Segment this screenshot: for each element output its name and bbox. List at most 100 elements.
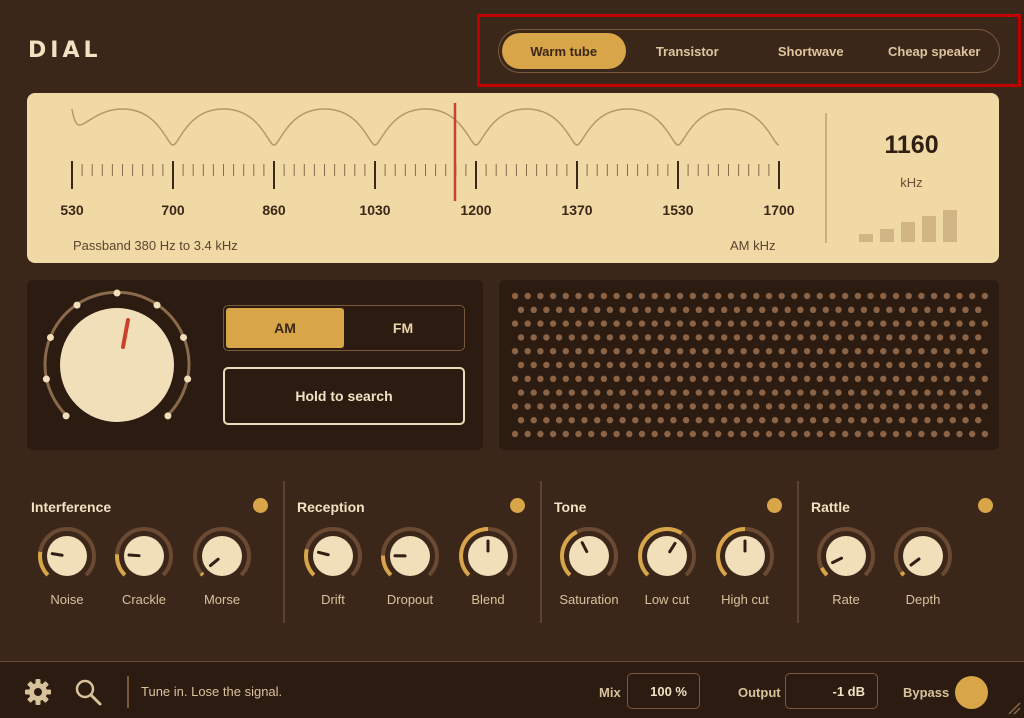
group-indicator-reception[interactable] — [510, 498, 525, 513]
grille-hole — [555, 417, 563, 424]
knob-drift[interactable] — [301, 524, 365, 588]
grille-hole — [689, 403, 696, 410]
preset-tab-shortwave[interactable]: Shortwave — [749, 33, 873, 69]
tuner-display[interactable]: 530 700 860 1030 1200 1370 1530 1700 Pas… — [27, 93, 999, 263]
knob-blend[interactable] — [456, 524, 520, 588]
group-indicator-rattle[interactable] — [978, 498, 993, 513]
preset-tab-cheap-speaker[interactable]: Cheap speaker — [873, 33, 997, 69]
knob-high-cut[interactable] — [713, 524, 777, 588]
grille-hole — [873, 389, 880, 396]
grille-hole — [721, 389, 728, 396]
grille-hole — [588, 403, 595, 410]
grille-hole — [829, 403, 836, 410]
knob-dropout[interactable] — [378, 524, 442, 588]
grille-hole — [848, 361, 855, 369]
grille-hole — [809, 361, 817, 369]
grille-hole — [524, 348, 531, 355]
knob-saturation[interactable] — [557, 524, 621, 588]
knob-value-arc — [199, 571, 205, 577]
grille-hole — [581, 361, 588, 369]
knob-low-cut[interactable] — [635, 524, 699, 588]
grille-hole — [924, 306, 931, 313]
speaker-grille — [499, 280, 999, 450]
grille-hole — [537, 430, 544, 438]
tuning-dial[interactable] — [37, 288, 207, 438]
dial-marker-dot — [62, 412, 70, 420]
grille-hole — [676, 320, 684, 327]
knob-depth[interactable] — [891, 524, 955, 588]
grille-hole — [981, 375, 989, 382]
grille-hole — [956, 292, 963, 300]
output-value-field[interactable]: -1 dB — [785, 673, 878, 709]
grille-hole — [746, 361, 753, 369]
grille-hole — [930, 375, 938, 382]
knob-value-arc — [38, 551, 50, 577]
grille-hole — [676, 403, 684, 410]
grille-hole — [676, 375, 684, 382]
tick-label-1700: 1700 — [763, 202, 795, 218]
grille-hole — [860, 334, 868, 341]
grille-hole — [975, 306, 982, 313]
search-icon[interactable] — [73, 677, 103, 707]
tick-label-1530: 1530 — [662, 202, 694, 218]
tuning-dial-knob[interactable] — [60, 308, 174, 422]
grille-hole — [918, 403, 925, 410]
group-indicator-tone[interactable] — [767, 498, 782, 513]
grille-hole — [537, 320, 544, 327]
preset-tab-transistor[interactable]: Transistor — [626, 33, 750, 69]
group-indicator-interference[interactable] — [253, 498, 268, 513]
grille-hole — [943, 403, 950, 410]
grille-hole — [638, 292, 646, 300]
grille-hole — [911, 306, 918, 313]
grille-hole — [682, 361, 690, 369]
grille-hole — [702, 375, 709, 382]
grille-hole — [600, 292, 608, 300]
grille-hole — [568, 334, 575, 341]
gear-icon[interactable] — [23, 677, 53, 707]
grille-hole — [549, 430, 557, 438]
resize-grip-icon[interactable] — [1007, 701, 1021, 715]
grille-hole — [715, 320, 722, 327]
grille-hole — [632, 334, 639, 341]
grille-hole — [740, 430, 747, 438]
grille-hole — [949, 361, 956, 369]
grille-hole — [568, 417, 575, 424]
grille-hole — [892, 320, 900, 327]
grille-hole — [613, 320, 620, 327]
grille-hole — [537, 292, 544, 300]
grille-hole — [511, 403, 519, 410]
grille-hole — [892, 292, 900, 300]
grille-hole — [892, 430, 900, 438]
grille-hole — [778, 348, 785, 355]
knob-crackle[interactable] — [112, 524, 176, 588]
grille-hole — [651, 292, 658, 300]
mix-value-field[interactable]: 100 % — [627, 673, 700, 709]
grille-hole — [676, 430, 684, 438]
grille-hole — [753, 348, 760, 355]
grille-hole — [727, 403, 735, 410]
mode-am-button[interactable]: AM — [226, 308, 344, 348]
grille-hole — [708, 334, 715, 341]
grille-hole — [562, 375, 569, 382]
grille-hole — [644, 389, 652, 396]
preset-tab-warm-tube[interactable]: Warm tube — [502, 33, 626, 69]
hold-to-search-button[interactable]: Hold to search — [223, 367, 465, 425]
grille-hole — [860, 389, 868, 396]
grille-hole — [600, 348, 608, 355]
grille-hole — [511, 292, 519, 300]
knob-rate[interactable] — [814, 524, 878, 588]
dial-marker-dot — [113, 289, 121, 297]
knob-noise[interactable] — [35, 524, 99, 588]
grille-hole — [842, 430, 849, 438]
grille-hole — [613, 375, 620, 382]
knob-cap — [313, 536, 353, 576]
knob-morse[interactable] — [190, 524, 254, 588]
grille-hole — [664, 403, 671, 410]
bypass-button[interactable] — [955, 676, 988, 709]
grille-hole — [930, 403, 938, 410]
mode-fm-button[interactable]: FM — [344, 308, 462, 348]
grille-hole — [949, 417, 956, 424]
grille-hole — [949, 334, 956, 341]
grille-hole — [644, 334, 652, 341]
grille-hole — [981, 348, 989, 355]
